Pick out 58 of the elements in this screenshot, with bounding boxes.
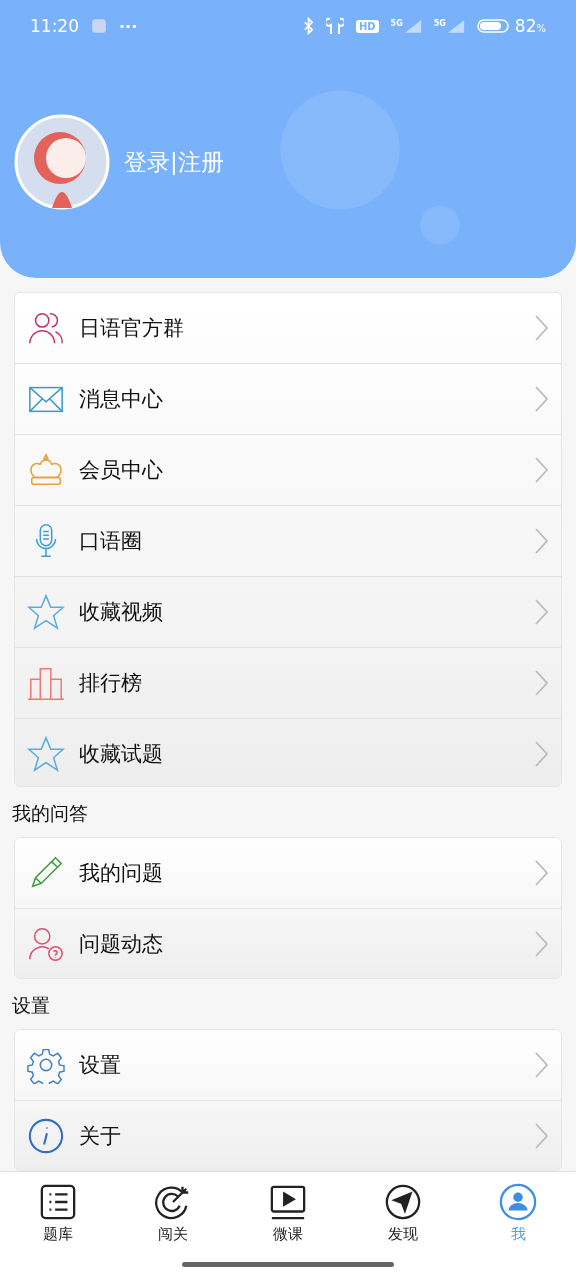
- menu-item[interactable]: 关于: [15, 1099, 561, 1170]
- menu-label: 收藏试题: [79, 741, 164, 768]
- menu-item[interactable]: 设置: [15, 1029, 561, 1100]
- compass-icon: [384, 1182, 423, 1221]
- more-notifications: ···: [119, 16, 138, 36]
- battery-icon: [476, 19, 509, 33]
- info-icon: [27, 1116, 65, 1155]
- menu-item[interactable]: 收藏视频: [15, 576, 561, 647]
- section-title: 我的问答: [11, 800, 89, 826]
- menu-item[interactable]: 口语圈: [15, 505, 561, 576]
- signal-icon: [403, 18, 422, 34]
- network-type: 5G: [390, 18, 403, 28]
- star-icon: [27, 593, 65, 631]
- tab[interactable]: 微课: [230, 1172, 346, 1254]
- menu-item[interactable]: 排行榜: [15, 647, 561, 718]
- menu-item[interactable]: 我的问题: [15, 837, 561, 908]
- chevron-right-icon: [533, 858, 549, 887]
- signal-icon: [446, 18, 465, 34]
- status-time: 11:20: [30, 16, 79, 36]
- earbuds-icon: [325, 17, 344, 35]
- menu-label: 我的问题: [79, 859, 164, 887]
- menu-item[interactable]: 问题动态: [15, 907, 561, 978]
- tab[interactable]: 发现: [345, 1172, 461, 1254]
- chevron-right-icon: [533, 598, 549, 626]
- chevron-right-icon: [533, 1121, 549, 1150]
- tab[interactable]: 题库: [0, 1172, 116, 1254]
- chevron-right-icon: [533, 1050, 549, 1079]
- chevron-right-icon: [533, 456, 549, 484]
- list-icon: [38, 1182, 77, 1221]
- menu-item[interactable]: 会员中心: [15, 434, 561, 505]
- hd-badge: HD: [355, 19, 379, 33]
- tab[interactable]: 闯关: [115, 1172, 231, 1254]
- chevron-right-icon: [533, 669, 549, 697]
- menu-label: 问题动态: [79, 930, 164, 958]
- section-title: 设置: [11, 992, 51, 1018]
- chevron-right-icon: [533, 929, 549, 958]
- user-icon: [499, 1182, 538, 1221]
- battery-percent: 82%: [514, 16, 546, 36]
- bluetooth-icon: [302, 17, 314, 35]
- chevron-right-icon: [533, 740, 549, 768]
- menu-label: 关于: [79, 1122, 122, 1150]
- menu-item[interactable]: 收藏试题: [15, 718, 561, 786]
- chevron-right-icon: [533, 385, 549, 413]
- menu-label: 会员中心: [79, 457, 164, 484]
- avatar[interactable]: [14, 114, 110, 210]
- chevron-right-icon: [533, 314, 549, 342]
- network-type: 5G: [433, 18, 446, 28]
- menu-label: 设置: [79, 1051, 122, 1079]
- star-icon: [27, 735, 65, 773]
- menu-label: 消息中心: [79, 386, 164, 413]
- menu-label: 排行榜: [79, 670, 143, 697]
- menu-label: 收藏视频: [79, 599, 164, 626]
- app-notification-icon: [91, 18, 107, 34]
- menu-label: 口语圈: [79, 528, 143, 555]
- menu-label: 日语官方群: [79, 315, 185, 342]
- menu-item[interactable]: 消息中心: [15, 363, 561, 434]
- chevron-right-icon: [533, 527, 549, 555]
- menu-item[interactable]: 日语官方群: [15, 293, 561, 363]
